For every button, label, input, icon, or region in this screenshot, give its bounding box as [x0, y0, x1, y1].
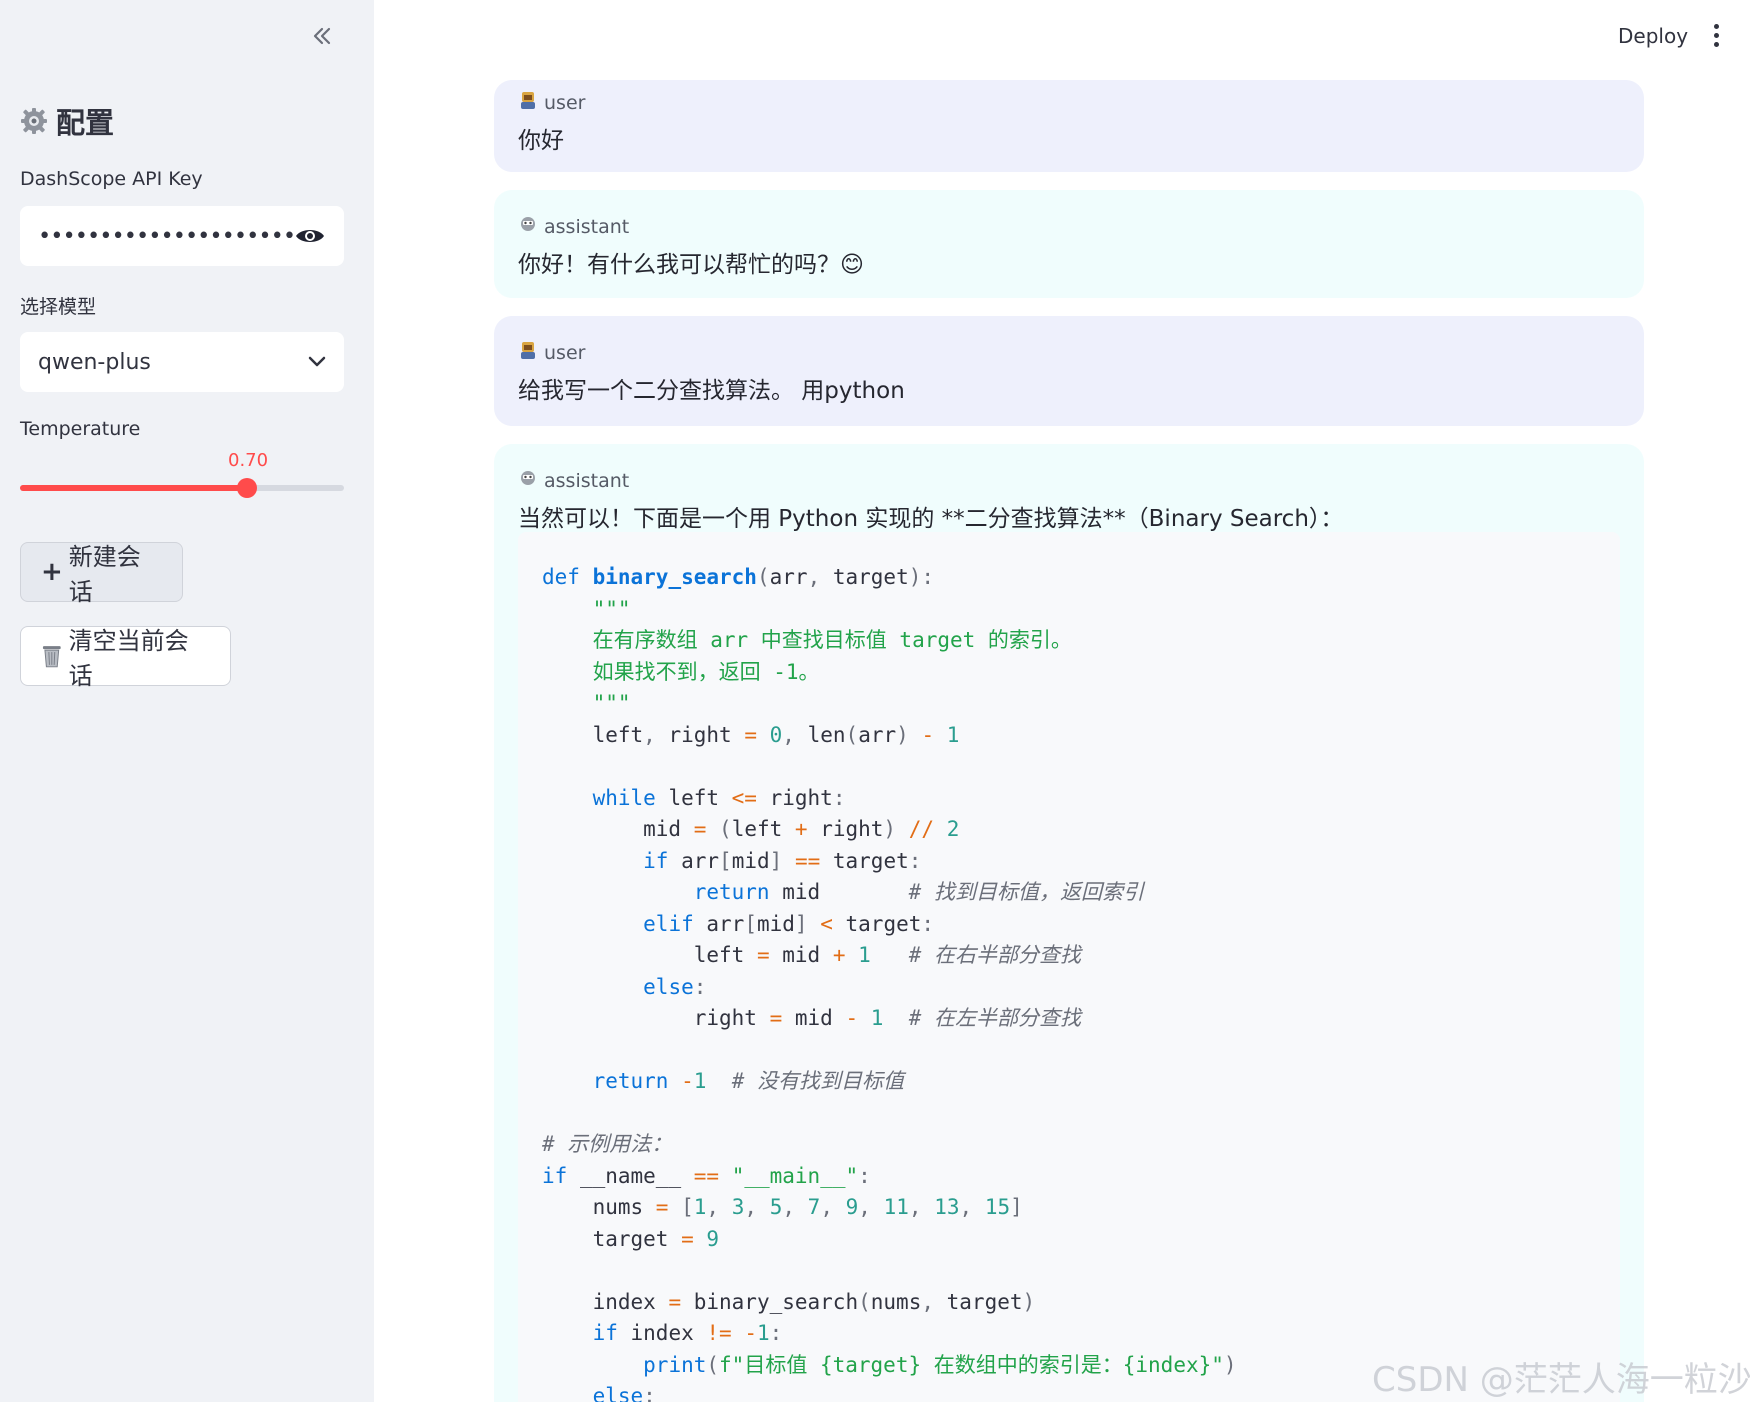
new-chat-button[interactable]: + 新建会话	[20, 542, 183, 606]
temperature-slider-fill	[20, 485, 247, 491]
message-role: user	[518, 340, 1620, 365]
clear-chat-button-label: 清空当前会话	[68, 627, 189, 690]
chat-message-assistant: assistant 你好！有什么我可以帮忙的吗？😊	[494, 190, 1644, 298]
message-role-label: user	[544, 91, 586, 114]
model-select-value: qwen-plus	[38, 349, 151, 375]
sidebar-title-text: 配置	[56, 106, 115, 140]
trash-icon	[42, 646, 61, 668]
message-role: assistant	[518, 214, 1620, 239]
message-role: assistant	[518, 468, 1620, 493]
api-key-field[interactable]: ••••••••••••••••••••••••••••••	[20, 206, 344, 266]
temperature-label: Temperature	[20, 418, 141, 440]
code-block[interactable]: def binary_search(arr, target): """ 在有序数…	[518, 532, 1620, 1402]
temperature-slider-thumb[interactable]	[236, 478, 257, 498]
main-menu-icon[interactable]	[1706, 20, 1726, 50]
chat-message-user: user 你好	[494, 80, 1644, 172]
api-key-value[interactable]: ••••••••••••••••••••••••••••••	[38, 224, 294, 249]
message-text: 当然可以！下面是一个用 Python 实现的 **二分查找算法**（Binary…	[518, 506, 1344, 532]
chat-message-user: user 给我写一个二分查找算法。 用python	[494, 316, 1644, 426]
assistant-avatar-icon	[518, 214, 538, 239]
clear-chat-button[interactable]: 清空当前会话	[20, 626, 231, 690]
new-chat-button-label: 新建会话	[68, 543, 141, 606]
assistant-avatar-icon	[518, 468, 538, 493]
chevron-down-icon	[308, 356, 326, 367]
model-select-label: 选择模型	[20, 296, 97, 318]
show-password-eye-icon[interactable]	[294, 220, 326, 252]
temperature-value: 0.70	[228, 450, 269, 471]
code-content: def binary_search(arr, target): """ 在有序数…	[542, 565, 1237, 1402]
sidebar: 配置 DashScope API Key •••••••••••••••••••…	[0, 0, 374, 1402]
collapse-sidebar-button[interactable]	[304, 18, 340, 54]
plus-icon: +	[41, 557, 63, 587]
message-role-label: assistant	[544, 469, 630, 492]
model-select[interactable]: qwen-plus	[20, 332, 344, 392]
double-chevron-left-icon	[313, 27, 331, 45]
gear-icon	[21, 108, 47, 134]
message-role-label: assistant	[544, 215, 630, 238]
api-key-label: DashScope API Key	[20, 168, 203, 190]
message-text: 给我写一个二分查找算法。 用python	[518, 378, 905, 404]
message-role-label: user	[544, 341, 586, 364]
sidebar-title: 配置	[20, 100, 114, 142]
user-avatar-icon	[518, 90, 538, 115]
deploy-button[interactable]: Deploy	[1612, 18, 1694, 54]
message-role: user	[518, 90, 1620, 115]
message-text: 你好	[518, 128, 564, 154]
message-text: 你好！有什么我可以帮忙的吗？😊	[518, 252, 864, 278]
temperature-slider[interactable]	[20, 478, 344, 498]
watermark: CSDN @茫茫人海一粒沙	[1372, 1360, 1750, 1400]
user-avatar-icon	[518, 340, 538, 365]
